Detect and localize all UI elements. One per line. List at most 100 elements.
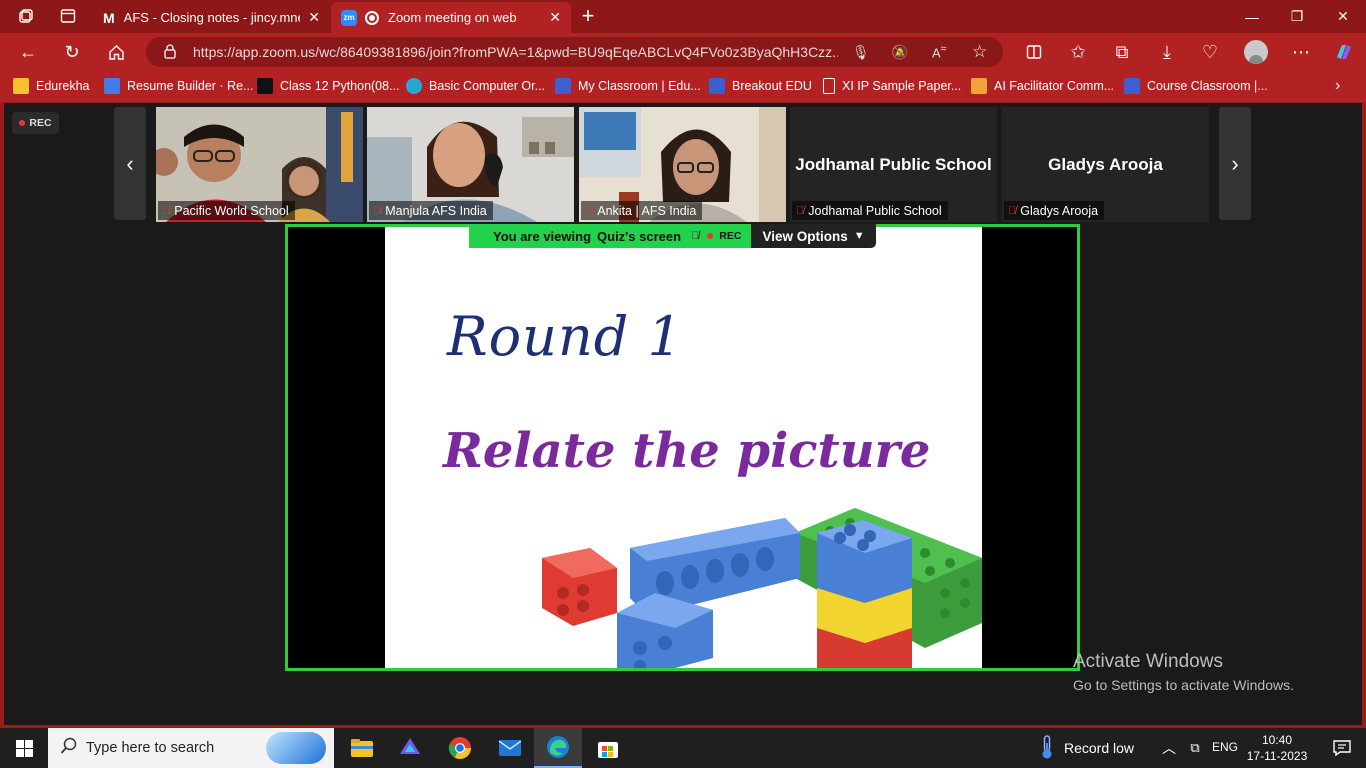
chrome-icon[interactable] xyxy=(436,728,484,768)
clock[interactable]: 10:40 17-11-2023 xyxy=(1244,732,1310,764)
bookmark-class12-python[interactable]: Class 12 Python(08... xyxy=(257,77,400,95)
clock-time: 10:40 xyxy=(1261,733,1293,747)
search-icon xyxy=(60,737,78,760)
viewing-rec-label: REC xyxy=(719,230,742,242)
breakout-edu-icon xyxy=(709,78,725,94)
browser-essentials-icon[interactable]: ♡ xyxy=(1196,38,1224,66)
microphone-muted-icon: 🎙̸ xyxy=(585,204,594,217)
shared-screen: Round 1 Relate the picture xyxy=(285,224,1080,671)
start-windows-icon[interactable] xyxy=(0,728,48,768)
taskbar-search-box[interactable]: Type here to search xyxy=(48,728,334,768)
more-bookmarks-chevron-icon[interactable]: › xyxy=(1335,77,1340,95)
participant-name: Gladys Arooja xyxy=(1020,203,1099,218)
watermark-subtitle: Go to Settings to activate Windows. xyxy=(1073,677,1294,693)
bookmark-label: Course Classroom |... xyxy=(1147,79,1268,93)
ai-facilitator-icon xyxy=(971,78,987,94)
copilot-taskbar-icon[interactable] xyxy=(386,728,434,768)
copilot-icon[interactable] xyxy=(1330,38,1358,66)
close-tab-icon[interactable]: ✕ xyxy=(308,9,320,26)
bookmark-label: Class 12 Python(08... xyxy=(280,79,400,93)
language-indicator[interactable]: ENG xyxy=(1212,740,1238,754)
microphone-muted-icon: 🎙̸ xyxy=(691,230,700,242)
bookmark-label: XI IP Sample Paper... xyxy=(842,79,962,93)
next-participants-button[interactable]: › xyxy=(1219,107,1251,220)
meet-now-icon[interactable]: ⧉ xyxy=(1182,728,1208,768)
previous-participants-button[interactable]: ‹ xyxy=(114,107,146,220)
tab-label: AFS - Closing notes - jincy.mnels xyxy=(123,10,300,25)
bookmark-edurekha[interactable]: Edurekha xyxy=(13,77,90,95)
notifications-blocked-icon[interactable]: 🔕 xyxy=(891,44,908,61)
new-tab-icon[interactable]: + xyxy=(574,2,602,30)
participant-tile[interactable]: 🎙̸ Pacific World School xyxy=(156,107,363,222)
microphone-muted-icon: 🎙̸ xyxy=(373,204,382,217)
refresh-icon[interactable]: ↻ xyxy=(58,38,86,66)
downloads-icon[interactable]: ⤓ xyxy=(1153,38,1181,66)
minimize-icon[interactable]: — xyxy=(1229,0,1275,33)
participant-tile[interactable]: Jodhamal Public School 🎙̸ Jodhamal Public… xyxy=(790,107,997,222)
bookmark-basic-computer[interactable]: Basic Computer Or... xyxy=(406,77,545,95)
participant-name-badge: 🎙̸ Manjula AFS India xyxy=(369,201,493,220)
recording-indicator-icon xyxy=(365,10,379,25)
edge-icon[interactable] xyxy=(534,728,582,768)
close-window-icon[interactable]: ✕ xyxy=(1320,0,1366,33)
split-screen-icon[interactable] xyxy=(1020,38,1048,66)
view-options-label: View Options xyxy=(762,228,848,244)
recording-badge: REC xyxy=(12,112,59,134)
bookmark-my-classroom[interactable]: My Classroom | Edu... xyxy=(555,77,701,95)
participant-name: Pacific World School xyxy=(174,203,289,218)
bookmark-breakout-edu[interactable]: Breakout EDU xyxy=(709,77,812,95)
weather-widget[interactable]: Record low xyxy=(1040,728,1134,768)
back-icon[interactable]: ← xyxy=(14,38,42,66)
workspaces-icon[interactable] xyxy=(12,2,40,30)
favorites-icon[interactable]: ✩ xyxy=(1064,38,1092,66)
tab-actions-icon[interactable] xyxy=(54,2,82,30)
address-bar[interactable]: https://app.zoom.us/wc/86409381896/join?… xyxy=(146,37,1003,67)
slide-title: Round 1 xyxy=(447,305,683,368)
collections-icon[interactable]: ⧉ xyxy=(1108,38,1136,66)
more-menu-icon[interactable]: ⋯ xyxy=(1287,38,1315,66)
folder-icon xyxy=(13,78,29,94)
bookmark-label: Basic Computer Or... xyxy=(429,79,546,93)
presentation-slide: Round 1 Relate the picture xyxy=(385,227,982,668)
close-tab-icon[interactable]: ✕ xyxy=(549,9,561,26)
file-explorer-icon[interactable] xyxy=(338,728,386,768)
restore-icon[interactable]: ❐ xyxy=(1274,0,1320,33)
favorite-star-icon[interactable]: ☆ xyxy=(972,42,987,62)
view-options-button[interactable]: View Options ▼ xyxy=(751,224,876,248)
weather-text: Record low xyxy=(1064,740,1135,756)
gmail-icon: M xyxy=(103,9,115,26)
bookmark-ai-facilitator[interactable]: AI Facilitator Comm... xyxy=(971,77,1114,95)
participant-name: Manjula AFS India xyxy=(385,203,487,218)
show-hidden-icons-chevron-icon[interactable]: ︿ xyxy=(1152,728,1186,768)
bookmark-xi-ip-sample[interactable]: XI IP Sample Paper... xyxy=(823,77,961,95)
bookmark-course-classroom[interactable]: Course Classroom |... xyxy=(1124,77,1268,95)
activate-windows-watermark: Activate Windows Go to Settings to activ… xyxy=(1073,651,1294,693)
microphone-muted-icon: 🎙̸ xyxy=(796,204,805,217)
participant-name-badge: 🎙̸ Jodhamal Public School xyxy=(792,201,948,220)
bookmark-resume-builder[interactable]: Resume Builder · Re... xyxy=(104,77,253,95)
bookmark-label: My Classroom | Edu... xyxy=(578,79,701,93)
participant-name-badge: 🎙̸ Pacific World School xyxy=(158,201,295,220)
home-icon[interactable] xyxy=(102,38,130,66)
resume-builder-icon xyxy=(104,78,120,94)
microphone-icon[interactable]: 🎙 xyxy=(852,44,870,61)
viewing-indicator: You are viewing Quiz's screen 🎙̸ REC xyxy=(469,224,752,248)
profile-avatar-icon[interactable] xyxy=(1242,38,1270,66)
participant-tile[interactable]: Gladys Arooja 🎙̸ Gladys Arooja xyxy=(1002,107,1209,222)
tab-gmail[interactable]: M AFS - Closing notes - jincy.mnels ✕ xyxy=(92,2,330,33)
bookmark-label: Edurekha xyxy=(36,79,90,93)
microsoft-store-icon[interactable] xyxy=(584,728,632,768)
browser-tab-bar: M AFS - Closing notes - jincy.mnels ✕ zm… xyxy=(0,0,1366,33)
read-aloud-icon[interactable]: A≈ xyxy=(932,43,947,60)
participant-name-badge: 🎙̸ Gladys Arooja xyxy=(1004,201,1105,220)
notification-center-icon[interactable] xyxy=(1318,728,1366,768)
tab-zoom[interactable]: zm Zoom meeting on web ✕ xyxy=(331,2,571,33)
participant-tile[interactable]: 🎙̸ Manjula AFS India xyxy=(367,107,574,222)
participant-tile[interactable]: 🎙̸ Ankita | AFS India xyxy=(579,107,786,222)
document-icon xyxy=(823,78,835,94)
microphone-muted-icon: 🎙̸ xyxy=(162,204,171,217)
site-icon xyxy=(406,78,422,94)
mail-icon[interactable] xyxy=(486,728,534,768)
watermark-title: Activate Windows xyxy=(1073,651,1223,672)
search-placeholder: Type here to search xyxy=(86,740,215,756)
